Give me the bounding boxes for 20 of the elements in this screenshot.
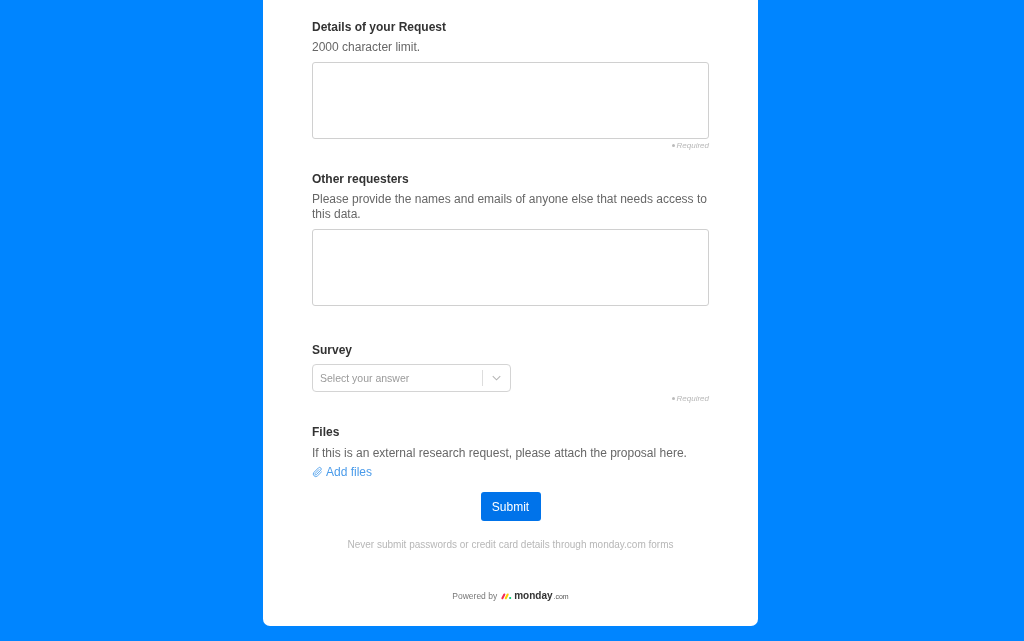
paperclip-icon bbox=[312, 466, 324, 478]
required-note: Required bbox=[671, 141, 709, 151]
question-label: Details of your Request bbox=[312, 19, 448, 35]
question-label: Survey bbox=[312, 342, 354, 358]
logo-icon bbox=[501, 592, 513, 600]
chevron-down-icon bbox=[492, 375, 501, 381]
answer-dropdown[interactable]: Select your answer bbox=[312, 364, 511, 392]
question-label: Other requesters bbox=[312, 171, 410, 187]
required-note: Required bbox=[671, 394, 709, 404]
question-description: If this is an external research request, please attach the proposal here. bbox=[312, 446, 688, 461]
add-files-link[interactable]: Add files bbox=[312, 465, 373, 479]
question-description: 2000 character limit. bbox=[312, 40, 422, 55]
submit-button[interactable]: Submit bbox=[480, 492, 541, 521]
powered-by-text: Powered by bbox=[452, 591, 498, 601]
question-label: Files bbox=[312, 424, 341, 440]
text-area-field[interactable] bbox=[312, 62, 709, 139]
brand-name: monday bbox=[514, 590, 553, 602]
security-notice: Never submit passwords or credit card details through monday.com forms bbox=[346, 539, 675, 550]
text-area-field[interactable] bbox=[312, 229, 709, 306]
question-description: Please provide the names and emails of anyone else that needs access to this data. bbox=[312, 192, 708, 222]
